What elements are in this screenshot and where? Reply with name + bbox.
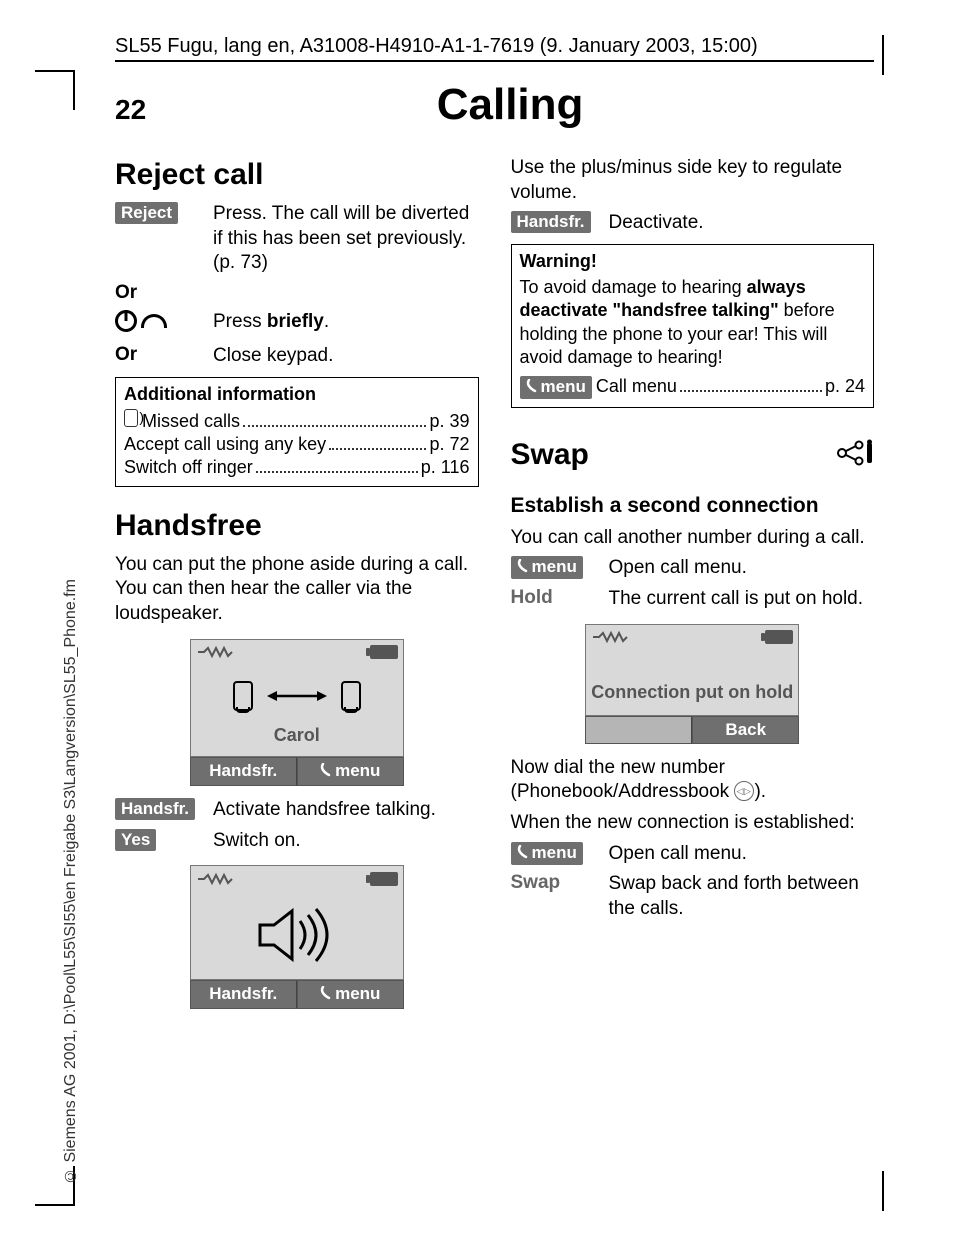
swap-badge-icon xyxy=(834,439,874,473)
swap-heading: Swap xyxy=(511,438,589,472)
open-call-menu-text: Open call menu. xyxy=(609,556,875,581)
nav-key-icon xyxy=(734,781,754,801)
info-row-missed-calls: Missed calls p. 39 xyxy=(124,409,470,432)
establish-intro: You can call another number during a cal… xyxy=(511,526,875,551)
additional-info-box: Additional information Missed calls p. 3… xyxy=(115,377,479,487)
swap-label: Swap xyxy=(511,872,609,894)
signal-icon xyxy=(591,629,631,645)
right-column: Use the plus/minus side key to regulate … xyxy=(511,150,875,1021)
warning-title: Warning! xyxy=(520,251,866,272)
warning-box: Warning! To avoid damage to hearing alwa… xyxy=(511,244,875,408)
page-number: 22 xyxy=(115,94,146,126)
close-keypad-text: Close keypad. xyxy=(213,344,479,369)
handsfree-heading: Handsfree xyxy=(115,509,479,543)
battery-icon xyxy=(370,872,398,886)
warning-menu-row: menu Call menu p. 24 xyxy=(520,376,866,399)
reject-softkey: Reject xyxy=(115,202,178,224)
reject-text: Press. The call will be diverted if this… xyxy=(213,202,479,276)
deactivate-text: Deactivate. xyxy=(609,211,875,236)
signal-icon xyxy=(196,644,236,660)
softkey-left-handsfr: Handsfr. xyxy=(190,757,297,786)
open-call-menu-text-2: Open call menu. xyxy=(609,842,875,867)
dial-new-number-text: Now dial the new number (Phonebook/Addre… xyxy=(511,756,875,805)
battery-icon xyxy=(765,630,793,644)
or-label-1: Or xyxy=(115,282,213,304)
hold-text: The current call is put on hold. xyxy=(609,587,875,612)
left-column: Reject call Reject Press. The call will … xyxy=(115,150,479,1021)
double-arrow-icon xyxy=(267,689,327,703)
menu-softkey-1: menu xyxy=(511,556,583,579)
additional-info-title: Additional information xyxy=(124,384,470,405)
handsfree-intro: You can put the phone aside during a cal… xyxy=(115,553,479,627)
or-label-2: Or xyxy=(115,344,213,366)
switch-on-text: Switch on. xyxy=(213,829,479,854)
phone-screen-carol: Carol Handsfr. menu xyxy=(190,639,404,786)
softkey-left-empty: . xyxy=(585,716,692,744)
hold-screen-text: Connection put on hold xyxy=(586,682,798,703)
missed-calls-icon xyxy=(124,409,138,427)
signal-icon xyxy=(196,871,236,887)
reject-call-heading: Reject call xyxy=(115,158,479,192)
handsfr-softkey: Handsfr. xyxy=(115,798,195,820)
document-header: SL55 Fugu, lang en, A31008-H4910-A1-1-76… xyxy=(115,35,874,62)
establish-subheading: Establish a second connection xyxy=(511,494,875,518)
warning-text: To avoid damage to hearing always deacti… xyxy=(520,276,866,370)
softkey-right-back: Back xyxy=(692,716,799,744)
swap-text: Swap back and forth between the calls. xyxy=(609,872,875,921)
info-row-accept-any-key: Accept call using any key p. 72 xyxy=(124,434,470,455)
copyright-vertical: © Siemens AG 2001, D:\Pool\L55\SI55\en F… xyxy=(62,414,78,1184)
battery-icon xyxy=(370,645,398,659)
volume-text: Use the plus/minus side key to regulate … xyxy=(511,156,875,205)
phone-icon-left xyxy=(233,681,253,711)
loudspeaker-icon xyxy=(252,947,342,968)
softkey-left-handsfr-2: Handsfr. xyxy=(190,980,297,1009)
phone-icon-right xyxy=(341,681,361,711)
activate-handsfree-text: Activate handsfree talking. xyxy=(213,798,479,823)
power-key-icon xyxy=(115,310,167,332)
page-title: Calling xyxy=(146,80,874,130)
phone-screen-hold: Connection put on hold . Back xyxy=(585,624,799,744)
softkey-right-menu-2: menu xyxy=(297,980,404,1009)
hold-label: Hold xyxy=(511,587,609,609)
yes-softkey: Yes xyxy=(115,829,156,851)
when-established-text: When the new connection is established: xyxy=(511,811,875,836)
caller-name: Carol xyxy=(191,725,403,746)
menu-softkey-2: menu xyxy=(511,842,583,865)
softkey-right-menu: menu xyxy=(297,757,404,786)
phone-screen-speaker: Handsfr. menu xyxy=(190,865,404,1009)
handsfr-softkey-2: Handsfr. xyxy=(511,211,591,233)
info-row-switch-off-ringer: Switch off ringer p. 116 xyxy=(124,457,470,478)
call-menu-softkey: menu xyxy=(520,376,592,399)
press-briefly-text: Press briefly. xyxy=(213,310,479,335)
